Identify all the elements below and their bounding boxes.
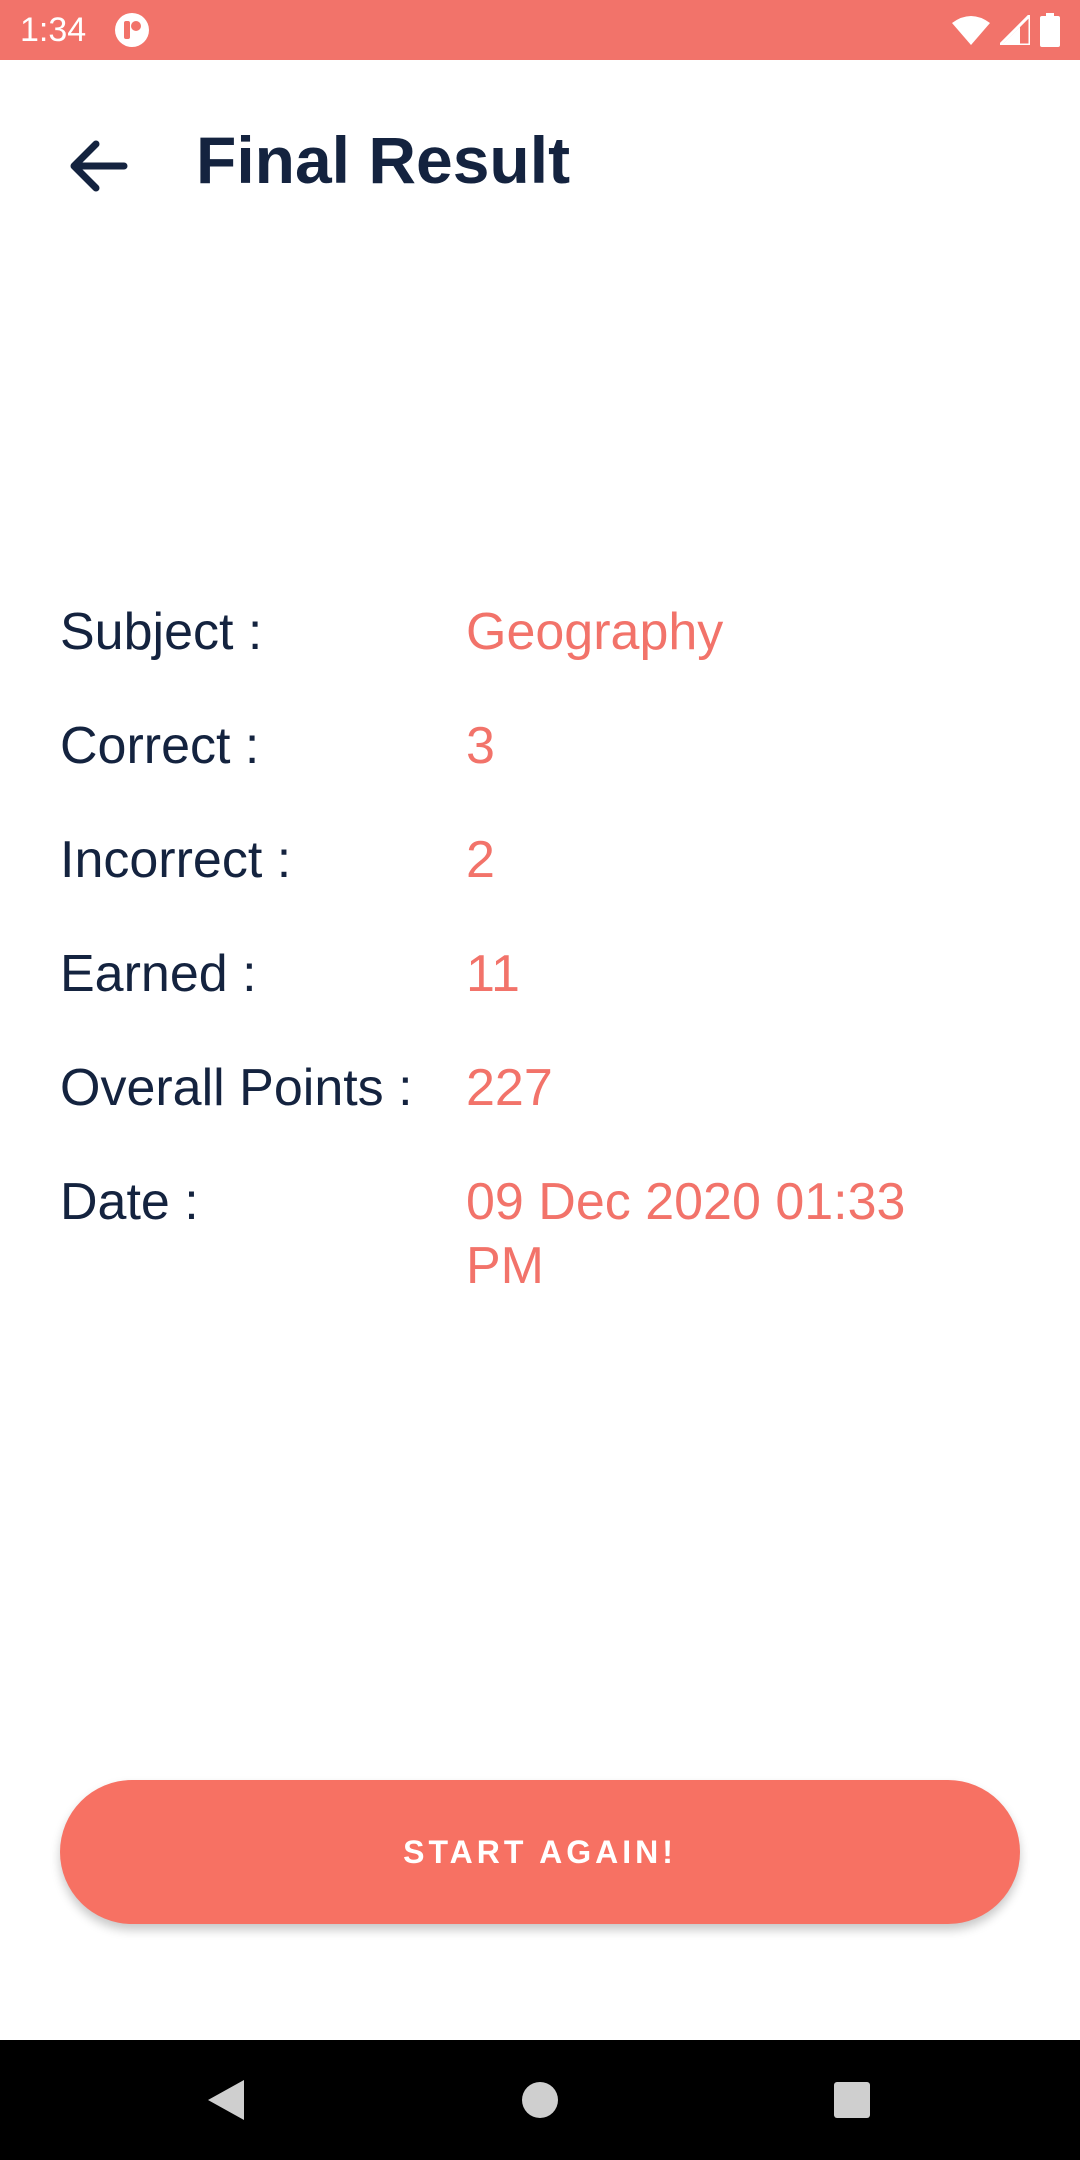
app-bar: Final Result — [0, 60, 1080, 260]
subject-value: Geography — [466, 603, 724, 661]
signal-icon — [1000, 15, 1030, 45]
results-list: Subject : Geography Correct : 3 Incorrec… — [60, 600, 1020, 1348]
result-row-subject: Subject : Geography — [60, 600, 1020, 664]
earned-value: 11 — [466, 945, 520, 1003]
result-row-overall-points: Overall Points : 227 — [60, 1056, 1020, 1120]
status-icons — [952, 10, 1060, 50]
wifi-icon — [952, 16, 990, 45]
result-row-earned: Earned : 11 — [60, 942, 1020, 1006]
navigation-bar — [0, 2040, 1080, 2160]
nav-back-button[interactable] — [186, 2060, 266, 2140]
date-label: Date : — [60, 1173, 199, 1231]
correct-value: 3 — [466, 717, 495, 775]
overall-points-label: Overall Points : — [60, 1059, 413, 1117]
incorrect-value: 2 — [466, 831, 495, 889]
recents-square-icon — [834, 2082, 870, 2118]
subject-label: Subject : — [60, 603, 263, 661]
back-button[interactable] — [56, 124, 140, 208]
correct-label: Correct : — [60, 717, 260, 775]
page-title: Final Result — [196, 123, 571, 197]
app-notification-icon — [115, 13, 149, 47]
result-row-date: Date : 09 Dec 2020 01:33 PM — [60, 1170, 1020, 1298]
battery-icon — [1040, 13, 1060, 47]
back-triangle-icon — [208, 2080, 244, 2120]
status-bar: 1:34 — [0, 0, 1080, 60]
incorrect-label: Incorrect : — [60, 831, 292, 889]
arrow-left-icon — [70, 140, 128, 192]
screen: 1:34 Final Result Subject: Geography Co… — [0, 0, 1080, 2160]
nav-recents-button[interactable] — [812, 2060, 892, 2140]
start-again-label: START AGAIN! — [403, 1833, 677, 1870]
status-time: 1:34 — [20, 11, 87, 49]
result-row-correct: Correct : 3 — [60, 714, 1020, 778]
overall-points-value: 227 — [466, 1059, 553, 1117]
earned-label: Earned : — [60, 945, 257, 1003]
date-value: 09 Dec 2020 01:33 PM — [466, 1173, 906, 1295]
start-again-button[interactable]: START AGAIN! — [60, 1780, 1020, 1924]
result-row-incorrect: Incorrect : 2 — [60, 828, 1020, 892]
nav-home-button[interactable] — [500, 2060, 580, 2140]
home-circle-icon — [522, 2082, 558, 2118]
